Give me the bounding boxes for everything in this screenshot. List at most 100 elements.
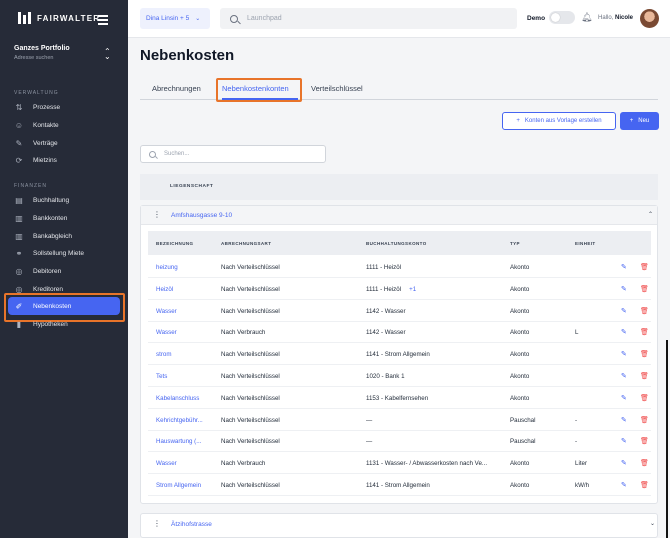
sidebar-item-label: Kreditoren <box>33 285 63 293</box>
menu-toggle-icon[interactable] <box>98 15 108 27</box>
trash-icon[interactable]: 🗑︎ <box>640 307 649 315</box>
trash-icon[interactable]: 🗑︎ <box>640 459 649 467</box>
search-input[interactable]: Suchen... <box>140 145 326 163</box>
new-button-label: Neu <box>638 118 650 124</box>
row-method: Nach Verteilschlüssel <box>221 394 280 402</box>
edit-icon[interactable]: ✎ <box>621 459 627 467</box>
row-name[interactable]: Tets <box>156 373 167 380</box>
bell-icon[interactable]: 🔔︎ <box>581 12 592 23</box>
row-type: Pauschal <box>510 438 536 446</box>
property-name[interactable]: Amfshausgasse 9-10 <box>171 212 232 219</box>
chevron-up-icon[interactable]: ⌃ <box>648 211 653 218</box>
row-method: Nach Verteilschlüssel <box>221 264 280 271</box>
property-card[interactable]: ⋮ Ätzihofstrasse ⌄ <box>140 513 658 538</box>
table-row[interactable]: Wasser Nach Verbrauch 1131 - Wasser- / Abw… <box>148 453 651 475</box>
scrollbar[interactable] <box>666 340 668 538</box>
kebab-menu-icon[interactable]: ⋮ <box>153 520 161 528</box>
edit-icon[interactable]: ✎ <box>621 307 627 315</box>
edit-icon[interactable]: ✎ <box>621 263 627 271</box>
table-row[interactable]: Tets Nach Verteilschlüssel 1020 - Bank 1 Ak… <box>148 366 651 387</box>
sidebar: FAIRWALTER Ganzes Portfolio Adresse such… <box>0 0 128 538</box>
chevron-updown-icon[interactable]: ⌃ ⌄ <box>104 48 111 61</box>
portfolio-selector[interactable]: Ganzes Portfolio Adresse suchen <box>14 45 70 61</box>
new-button[interactable]: + Neu <box>620 112 659 130</box>
row-account: — <box>366 438 372 445</box>
row-name[interactable]: Heizöl <box>156 286 173 293</box>
table-row[interactable]: Hauswartung (... Nach Verteilschlüssel — Pa… <box>148 431 651 453</box>
table-row[interactable]: Kehrichtgebühr... Nach Verteilschlüssel — P… <box>148 410 651 431</box>
sidebar-item-debitoren[interactable]: ◎ Debitoren <box>14 264 120 278</box>
process-icon: ⇅ <box>15 102 23 112</box>
row-type: Akonto <box>510 482 530 489</box>
col-bezeichnung: BEZEICHNUNG <box>156 241 194 246</box>
sidebar-item-vertraege[interactable]: ✎ Verträge <box>14 136 120 150</box>
row-account-text: 1111 - Heizöl <box>366 285 402 293</box>
row-method: Nach Verteilschlüssel <box>221 307 280 315</box>
sidebar-item-prozesse[interactable]: ⇅ Prozesse <box>14 100 120 114</box>
row-name[interactable]: Wasser <box>156 308 177 315</box>
row-name[interactable]: Hauswartung (... <box>156 438 201 445</box>
trash-icon[interactable]: 🗑︎ <box>640 437 649 445</box>
demo-toggle[interactable] <box>549 11 575 24</box>
section-label-finanzen: FINANZEN <box>14 183 47 189</box>
row-name[interactable]: Kabelanschluss <box>156 395 199 402</box>
row-account-extra[interactable]: +1 <box>409 286 416 293</box>
row-name[interactable]: heizung <box>156 264 178 271</box>
edit-icon[interactable]: ✎ <box>621 285 627 293</box>
user-select-label: Dina Linsin + 5 <box>146 15 190 22</box>
edit-icon[interactable]: ✎ <box>621 416 627 424</box>
row-account-text: 1153 - Kabelfernsehen <box>366 394 429 402</box>
sidebar-item-bankkonten[interactable]: ▥ Bankkonten <box>14 211 120 225</box>
edit-icon[interactable]: ✎ <box>621 372 627 380</box>
edit-icon[interactable]: ✎ <box>621 437 627 445</box>
sidebar-item-kontakte[interactable]: ☺ Kontakte <box>14 118 120 132</box>
table-row[interactable]: Kabelanschluss Nach Verteilschlüssel 1153 … <box>148 388 651 409</box>
col-buchhaltungskonto: BUCHHALTUNGSKONTO <box>366 241 427 246</box>
edit-icon[interactable]: ✎ <box>621 350 627 358</box>
sidebar-item-sollstellung[interactable]: ⚭ Sollstellung Miete <box>14 246 120 260</box>
sidebar-item-bankabgleich[interactable]: ▥ Bankabgleich <box>14 229 120 243</box>
kebab-menu-icon[interactable]: ⋮ <box>153 211 161 219</box>
sidebar-item-mietzins[interactable]: ⟳ Mietzins <box>14 153 120 167</box>
create-from-template-button[interactable]: + Konten aus Vorlage erstellen <box>502 112 616 130</box>
trash-icon[interactable]: 🗑︎ <box>640 416 649 424</box>
trash-icon[interactable]: 🗑︎ <box>640 481 649 489</box>
trash-icon[interactable]: 🗑︎ <box>640 350 649 358</box>
edit-icon[interactable]: ✎ <box>621 394 627 402</box>
edit-icon[interactable]: ✎ <box>621 481 627 489</box>
table-row[interactable]: heizung Nach Verteilschlüssel 1111 - Heizö… <box>148 257 651 278</box>
row-type: Akonto <box>510 285 530 293</box>
edit-icon[interactable]: ✎ <box>621 328 627 336</box>
table-row[interactable]: Strom Allgemein Nach Verteilschlüssel 1141… <box>148 475 651 496</box>
table-row[interactable]: Wasser Nach Verteilschlüssel 1142 - Wasser… <box>148 301 651 322</box>
sidebar-item-buchhaltung[interactable]: ▤ Buchhaltung <box>14 193 120 207</box>
chevron-down-icon[interactable]: ⌄ <box>650 520 655 527</box>
row-type: Pauschal <box>510 416 536 424</box>
row-name[interactable]: Strom Allgemein <box>156 482 201 489</box>
user-select[interactable]: Dina Linsin + 5 ⌄ <box>140 8 210 29</box>
trash-icon[interactable]: 🗑︎ <box>640 263 649 271</box>
tab-verteilschluessel[interactable]: Verteilschlüssel <box>311 84 363 93</box>
sidebar-item-hypotheken[interactable]: ▮ Hypotheken <box>14 317 120 331</box>
highlight-box-tab <box>216 78 302 102</box>
avatar[interactable] <box>640 9 659 28</box>
trash-icon[interactable]: 🗑︎ <box>640 328 649 336</box>
property-card-header[interactable]: ⋮ Amfshausgasse 9-10 ⌃ <box>141 206 657 225</box>
row-name[interactable]: Wasser <box>156 329 177 336</box>
row-account: 1111 - Heizöl +1 <box>366 286 416 293</box>
brand-logo[interactable]: FAIRWALTER <box>18 12 100 24</box>
row-name[interactable]: Kehrichtgebühr... <box>156 417 203 424</box>
trash-icon[interactable]: 🗑︎ <box>640 285 649 293</box>
property-name[interactable]: Ätzihofstrasse <box>171 521 212 528</box>
row-type: Akonto <box>510 351 530 359</box>
tab-abrechnungen[interactable]: Abrechnungen <box>152 84 201 93</box>
table-row[interactable]: Heizöl Nach Verteilschlüssel 1111 - Heizöl… <box>148 279 651 300</box>
table-row[interactable]: Wasser Nach Verbrauch 1142 - Wasser Akonto L… <box>148 322 651 344</box>
row-name[interactable]: Wasser <box>156 460 177 467</box>
row-name[interactable]: strom <box>156 351 171 358</box>
table-row[interactable]: strom Nach Verteilschlüssel 1141 - Strom A… <box>148 344 651 366</box>
accounting-icon: ▤ <box>15 195 23 205</box>
trash-icon[interactable]: 🗑︎ <box>640 394 649 402</box>
trash-icon[interactable]: 🗑︎ <box>640 372 649 380</box>
launchpad-search[interactable]: Launchpad <box>220 8 517 29</box>
